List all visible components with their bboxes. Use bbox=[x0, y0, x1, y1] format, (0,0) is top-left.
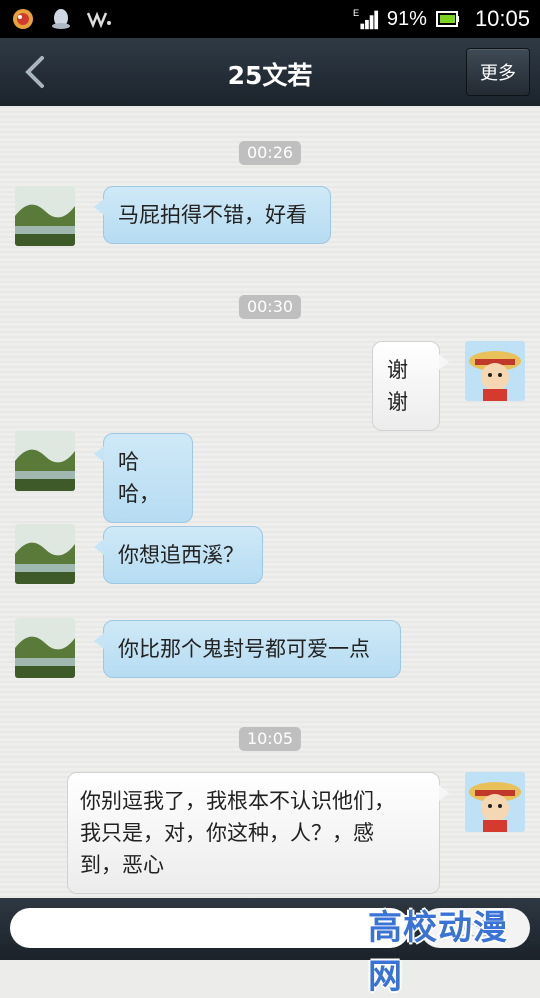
title-bar: 25文若 更多 bbox=[0, 38, 540, 107]
contact-avatar[interactable] bbox=[15, 186, 75, 246]
more-button[interactable]: 更多 bbox=[466, 48, 530, 96]
message-line: 你别逗我了，我根本不认识他们， bbox=[80, 789, 395, 813]
my-avatar[interactable] bbox=[465, 772, 525, 832]
contact-avatar[interactable] bbox=[15, 431, 75, 491]
battery-percent: 91% bbox=[386, 7, 427, 30]
message-bubble-incoming[interactable]: 马屁拍得不错，好看 bbox=[94, 186, 331, 244]
walkman-icon bbox=[86, 6, 112, 32]
message-line: 我只是，对，你这种，人？，感 bbox=[80, 821, 374, 845]
message-bubble-incoming[interactable]: 哈哈， bbox=[94, 433, 193, 523]
contact-avatar[interactable] bbox=[15, 524, 75, 584]
message-line: 到，恶心 bbox=[80, 853, 164, 877]
signal-icon: E bbox=[353, 6, 379, 32]
clock: 10:05 bbox=[474, 6, 530, 31]
my-avatar[interactable] bbox=[465, 341, 525, 401]
timestamp: 00:30 bbox=[238, 295, 302, 319]
battery-icon bbox=[435, 6, 461, 32]
status-bar: E 91% 10:05 bbox=[0, 0, 540, 38]
network-type: E bbox=[353, 8, 359, 18]
chat-title: 25文若 bbox=[227, 61, 313, 90]
message-bubble-outgoing[interactable]: 谢谢 bbox=[372, 341, 449, 431]
chat-area[interactable]: 00:26 马屁拍得不错，好看 00:30 谢谢 哈哈， 你想追西溪？ 你比那个… bbox=[0, 106, 540, 898]
message-bubble-incoming[interactable]: 你想追西溪？ bbox=[94, 526, 263, 584]
game-icon bbox=[10, 6, 36, 32]
timestamp: 10:05 bbox=[238, 727, 302, 751]
qq-icon bbox=[48, 6, 74, 32]
watermark: 高校动漫网 bbox=[368, 908, 508, 997]
message-bubble-incoming[interactable]: 你比那个鬼封号都可爱一点 bbox=[94, 620, 401, 678]
message-input[interactable] bbox=[10, 908, 410, 948]
contact-avatar[interactable] bbox=[15, 618, 75, 678]
timestamp: 00:26 bbox=[238, 141, 302, 165]
message-bubble-outgoing[interactable]: 你别逗我了，我根本不认识他们， 我只是，对，你这种，人？，感 到，恶心 bbox=[67, 772, 449, 894]
